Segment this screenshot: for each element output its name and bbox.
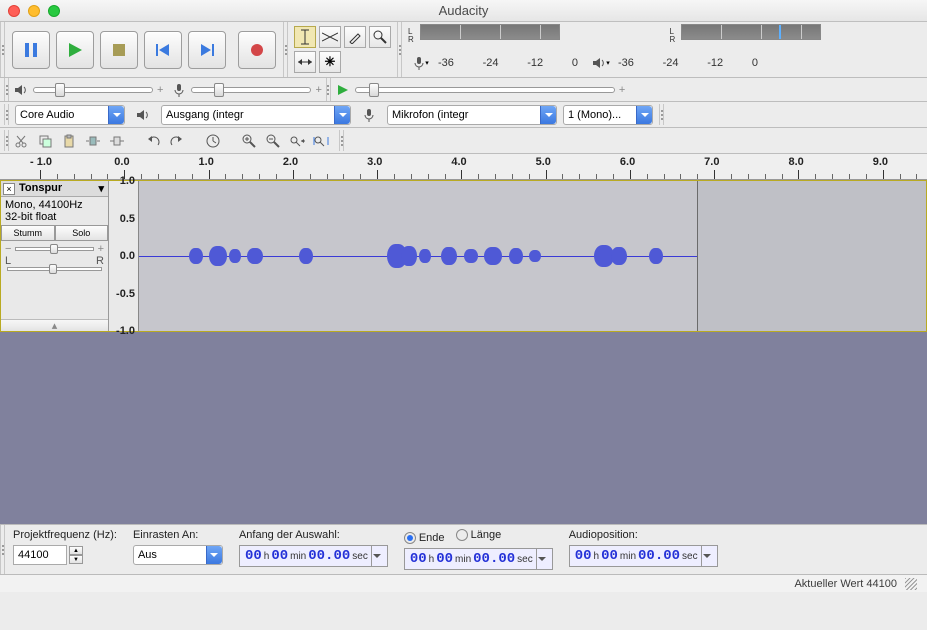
speaker-icon (132, 105, 154, 125)
silence-icon[interactable] (106, 131, 128, 151)
zoom-tool[interactable] (369, 26, 391, 48)
track-close-button[interactable]: × (3, 183, 15, 195)
rec-meter-lr: LR (408, 28, 416, 44)
toolbar-grip[interactable] (326, 78, 331, 101)
resize-grip-icon[interactable] (905, 578, 917, 590)
stop-button[interactable] (100, 31, 138, 69)
speaker-icon[interactable]: ▾ (588, 50, 614, 76)
track-menu[interactable]: Tonspur▾ (17, 182, 106, 195)
fit-selection-icon[interactable] (286, 131, 308, 151)
solo-button[interactable]: Solo (55, 225, 109, 241)
waveform-display[interactable] (139, 181, 926, 331)
audio-position-label: Audioposition: (569, 529, 718, 541)
project-rate-stepper[interactable]: ▲▼ (69, 546, 83, 564)
window-titlebar: Audacity (0, 0, 927, 22)
multi-tool[interactable]: ✳ (319, 51, 341, 73)
sync-lock-icon[interactable] (202, 131, 224, 151)
selection-start-time[interactable]: 00h 00min 00.00sec (239, 545, 388, 567)
mute-button[interactable]: Stumm (1, 225, 55, 241)
selection-toolbar: Projektfrequenz (Hz): ▲▼ Einrasten An: A… (0, 524, 927, 574)
track-format-label: Mono, 44100Hz32-bit float (1, 197, 108, 225)
project-rate-label: Projektfrequenz (Hz): (13, 529, 117, 541)
snap-label: Einrasten An: (133, 529, 223, 541)
timeline-ruler[interactable]: - 1.00.01.02.03.04.05.06.07.08.09.0 (0, 154, 927, 180)
record-button[interactable] (238, 31, 276, 69)
meter-tick: -12 (707, 57, 723, 69)
meter-tick: 0 (752, 57, 758, 69)
end-radio[interactable]: Ende (404, 532, 445, 544)
recording-volume-slider[interactable] (191, 87, 311, 93)
draw-tool[interactable] (344, 26, 366, 48)
scrub-speed-slider[interactable] (355, 87, 615, 93)
output-device-combo[interactable]: Ausgang (integr (161, 105, 351, 125)
scrub-play-button[interactable] (332, 80, 354, 100)
recording-meter[interactable] (420, 24, 560, 40)
speaker-icon (10, 80, 32, 100)
trim-icon[interactable] (82, 131, 104, 151)
toolbar-grip[interactable] (4, 104, 9, 125)
paste-icon[interactable] (58, 131, 80, 151)
selection-start-label: Anfang der Auswahl: (239, 529, 388, 541)
status-bar: Aktueller Wert 44100 (0, 574, 927, 592)
mic-icon (358, 105, 380, 125)
track-collapse-button[interactable]: ▴ (1, 319, 108, 331)
vertical-scale[interactable]: 1.00.50.0-0.5-1.0 (109, 181, 139, 331)
pan-slider[interactable] (7, 267, 102, 271)
playback-meter[interactable] (681, 24, 821, 40)
meter-tick: -24 (483, 57, 499, 69)
window-title: Audacity (0, 3, 927, 18)
undo-icon[interactable] (142, 131, 164, 151)
meter-tick: 0 (572, 57, 578, 69)
copy-icon[interactable] (34, 131, 56, 151)
track-control-panel[interactable]: × Tonspur▾ Mono, 44100Hz32-bit float Stu… (1, 181, 109, 331)
play-meter-lr: LR (670, 28, 678, 44)
toolbar-grip[interactable] (4, 78, 9, 101)
input-device-combo[interactable]: Mikrofon (integr (387, 105, 557, 125)
track-row: × Tonspur▾ Mono, 44100Hz32-bit float Stu… (0, 180, 927, 332)
mic-icon[interactable]: ▾ (408, 50, 434, 76)
play-button[interactable] (56, 31, 94, 69)
meter-tick: -24 (663, 57, 679, 69)
audio-clip[interactable] (139, 181, 698, 331)
fit-project-icon[interactable] (310, 131, 332, 151)
input-channels-combo[interactable]: 1 (Mono)... (563, 105, 653, 125)
timeshift-tool[interactable] (294, 51, 316, 73)
redo-icon[interactable] (166, 131, 188, 151)
toolbar-grip[interactable] (4, 130, 9, 151)
gain-slider[interactable] (15, 247, 93, 251)
meter-tick: -36 (618, 57, 634, 69)
tracks-empty-area[interactable] (0, 332, 927, 524)
length-radio[interactable]: Länge (456, 529, 502, 541)
skip-start-button[interactable] (144, 31, 182, 69)
status-text: Aktueller Wert 44100 (794, 578, 897, 590)
playback-volume-slider[interactable] (33, 87, 153, 93)
zoom-in-icon[interactable] (238, 131, 260, 151)
selection-tool[interactable] (294, 26, 316, 48)
skip-end-button[interactable] (188, 31, 226, 69)
project-rate-input[interactable] (13, 545, 67, 565)
meter-tick: -12 (527, 57, 543, 69)
toolbar-grip[interactable] (339, 130, 344, 151)
audio-position-time[interactable]: 00h 00min 00.00sec (569, 545, 718, 567)
toolbar-grip[interactable] (659, 104, 664, 125)
cut-icon[interactable] (10, 131, 32, 151)
selection-end-time[interactable]: 00h 00min 00.00sec (404, 548, 553, 570)
meter-tick: -36 (438, 57, 454, 69)
audio-host-combo[interactable]: Core Audio (15, 105, 125, 125)
zoom-out-icon[interactable] (262, 131, 284, 151)
mic-icon (168, 80, 190, 100)
snap-combo[interactable]: Aus (133, 545, 223, 565)
pause-button[interactable] (12, 31, 50, 69)
envelope-tool[interactable] (319, 26, 341, 48)
